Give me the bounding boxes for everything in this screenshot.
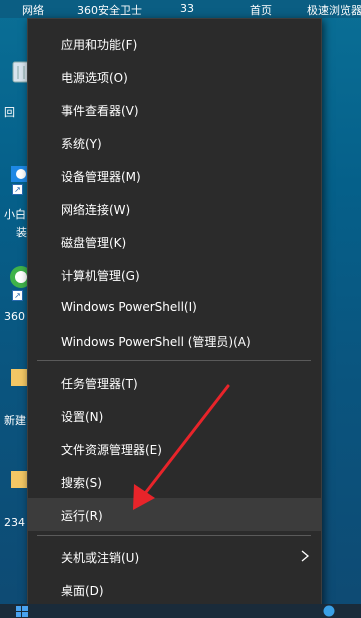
topbar-item-360[interactable]: 360安全卫士 — [77, 2, 142, 18]
topbar-item-33[interactable]: 33 — [180, 2, 194, 15]
menu-item-label: 计算机管理(G) — [61, 269, 140, 283]
menu-item-settings[interactable]: 设置(N) — [28, 399, 321, 432]
menu-item-power-options[interactable]: 电源选项(O) — [28, 60, 321, 93]
menu-item-label: 磁盘管理(K) — [61, 236, 127, 250]
menu-item-label: 设置(N) — [61, 410, 104, 424]
topbar-item-network[interactable]: 网络 — [22, 2, 44, 18]
menu-item-label: 应用和功能(F) — [61, 38, 138, 52]
topbar-item-browser[interactable]: 极速浏览器 — [307, 2, 361, 18]
menu-item-run[interactable]: 运行(R) — [28, 498, 321, 531]
menu-separator — [37, 535, 311, 536]
windows-start-icon[interactable] — [16, 606, 28, 617]
menu-item-powershell[interactable]: Windows PowerShell(I) — [28, 291, 321, 324]
menu-item-network-connections[interactable]: 网络连接(W) — [28, 192, 321, 225]
menu-item-label: 事件查看器(V) — [61, 104, 139, 118]
menu-item-disk-management[interactable]: 磁盘管理(K) — [28, 225, 321, 258]
menu-item-label: 运行(R) — [61, 509, 103, 523]
menu-item-label: 电源选项(O) — [61, 71, 128, 85]
menu-item-file-explorer[interactable]: 文件资源管理器(E) — [28, 432, 321, 465]
desktop-icon-label: 234 — [4, 516, 25, 529]
menu-item-label: 网络连接(W) — [61, 203, 131, 217]
menu-item-computer-management[interactable]: 计算机管理(G) — [28, 258, 321, 291]
menu-item-label: 关机或注销(U) — [61, 551, 140, 565]
menu-item-label: 文件资源管理器(E) — [61, 443, 162, 457]
menu-item-label: Windows PowerShell(I) — [61, 300, 197, 314]
menu-item-event-viewer[interactable]: 事件查看器(V) — [28, 93, 321, 126]
menu-item-search[interactable]: 搜索(S) — [28, 465, 321, 498]
desktop-icon-label-line2: 装 — [16, 226, 27, 239]
desktop-icon-label: 回 — [4, 106, 15, 119]
shortcut-arrow-icon: ↗ — [12, 290, 23, 301]
chevron-right-icon — [301, 550, 310, 562]
desktop-top-strip: 网络 360安全卫士 33 首页 极速浏览器 — [0, 0, 361, 18]
taskbar — [0, 604, 361, 618]
desktop-icon-label: 新建 — [4, 414, 26, 427]
menu-item-device-manager[interactable]: 设备管理器(M) — [28, 159, 321, 192]
menu-item-powershell-admin[interactable]: Windows PowerShell (管理员)(A) — [28, 324, 321, 357]
menu-item-task-manager[interactable]: 任务管理器(T) — [28, 366, 321, 399]
browser-taskbar-icon[interactable] — [323, 605, 335, 617]
desktop-icon-label: 360 — [4, 310, 25, 323]
menu-item-label: 设备管理器(M) — [61, 170, 141, 184]
shortcut-arrow-icon: ↗ — [12, 184, 23, 195]
topbar-item-home[interactable]: 首页 — [250, 2, 272, 18]
desktop-icon-label: 小白 — [4, 208, 26, 221]
menu-item-label: 系统(Y) — [61, 137, 102, 151]
menu-item-label: Windows PowerShell (管理员)(A) — [61, 335, 251, 349]
menu-item-desktop[interactable]: 桌面(D) — [28, 573, 321, 606]
menu-item-apps-features[interactable]: 应用和功能(F) — [28, 27, 321, 60]
menu-separator — [37, 360, 311, 361]
winx-context-menu: 应用和功能(F) 电源选项(O) 事件查看器(V) 系统(Y) 设备管理器(M)… — [27, 18, 322, 614]
menu-item-label: 搜索(S) — [61, 476, 102, 490]
menu-item-label: 桌面(D) — [61, 584, 104, 598]
menu-item-label: 任务管理器(T) — [61, 377, 138, 391]
menu-item-system[interactable]: 系统(Y) — [28, 126, 321, 159]
menu-item-shutdown-signout[interactable]: 关机或注销(U) — [28, 540, 321, 573]
